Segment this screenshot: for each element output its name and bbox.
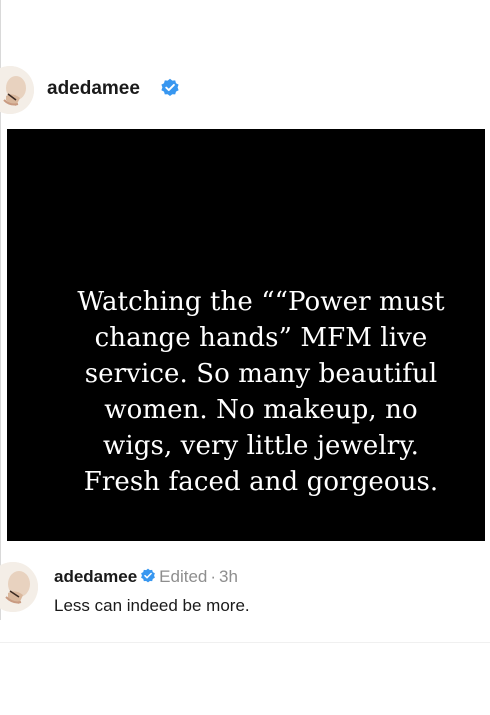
post-header: adedamee (0, 62, 490, 118)
comment: adedamee Edited · 3h Less can indeed be mo… (0, 560, 490, 630)
verified-badge-icon (160, 78, 180, 98)
comment-text: Less can indeed be more. (54, 596, 250, 615)
bottom-divider (0, 642, 490, 643)
avatar[interactable] (0, 66, 34, 114)
comment-timestamp: 3h (219, 567, 238, 586)
verified-badge-icon (140, 568, 156, 584)
edited-label: Edited (159, 567, 208, 586)
comment-meta: adedamee Edited · 3h (54, 567, 238, 587)
post-image[interactable]: Watching the ““Power must change hands” … (7, 129, 485, 541)
comment-username[interactable]: adedamee (54, 567, 137, 586)
avatar-image (0, 66, 34, 114)
meta-separator: · (210, 567, 217, 586)
comment-avatar-image (0, 562, 38, 612)
post-username[interactable]: adedamee (47, 78, 140, 100)
comment-avatar[interactable] (0, 562, 38, 612)
image-caption-text: Watching the ““Power must change hands” … (77, 287, 445, 497)
